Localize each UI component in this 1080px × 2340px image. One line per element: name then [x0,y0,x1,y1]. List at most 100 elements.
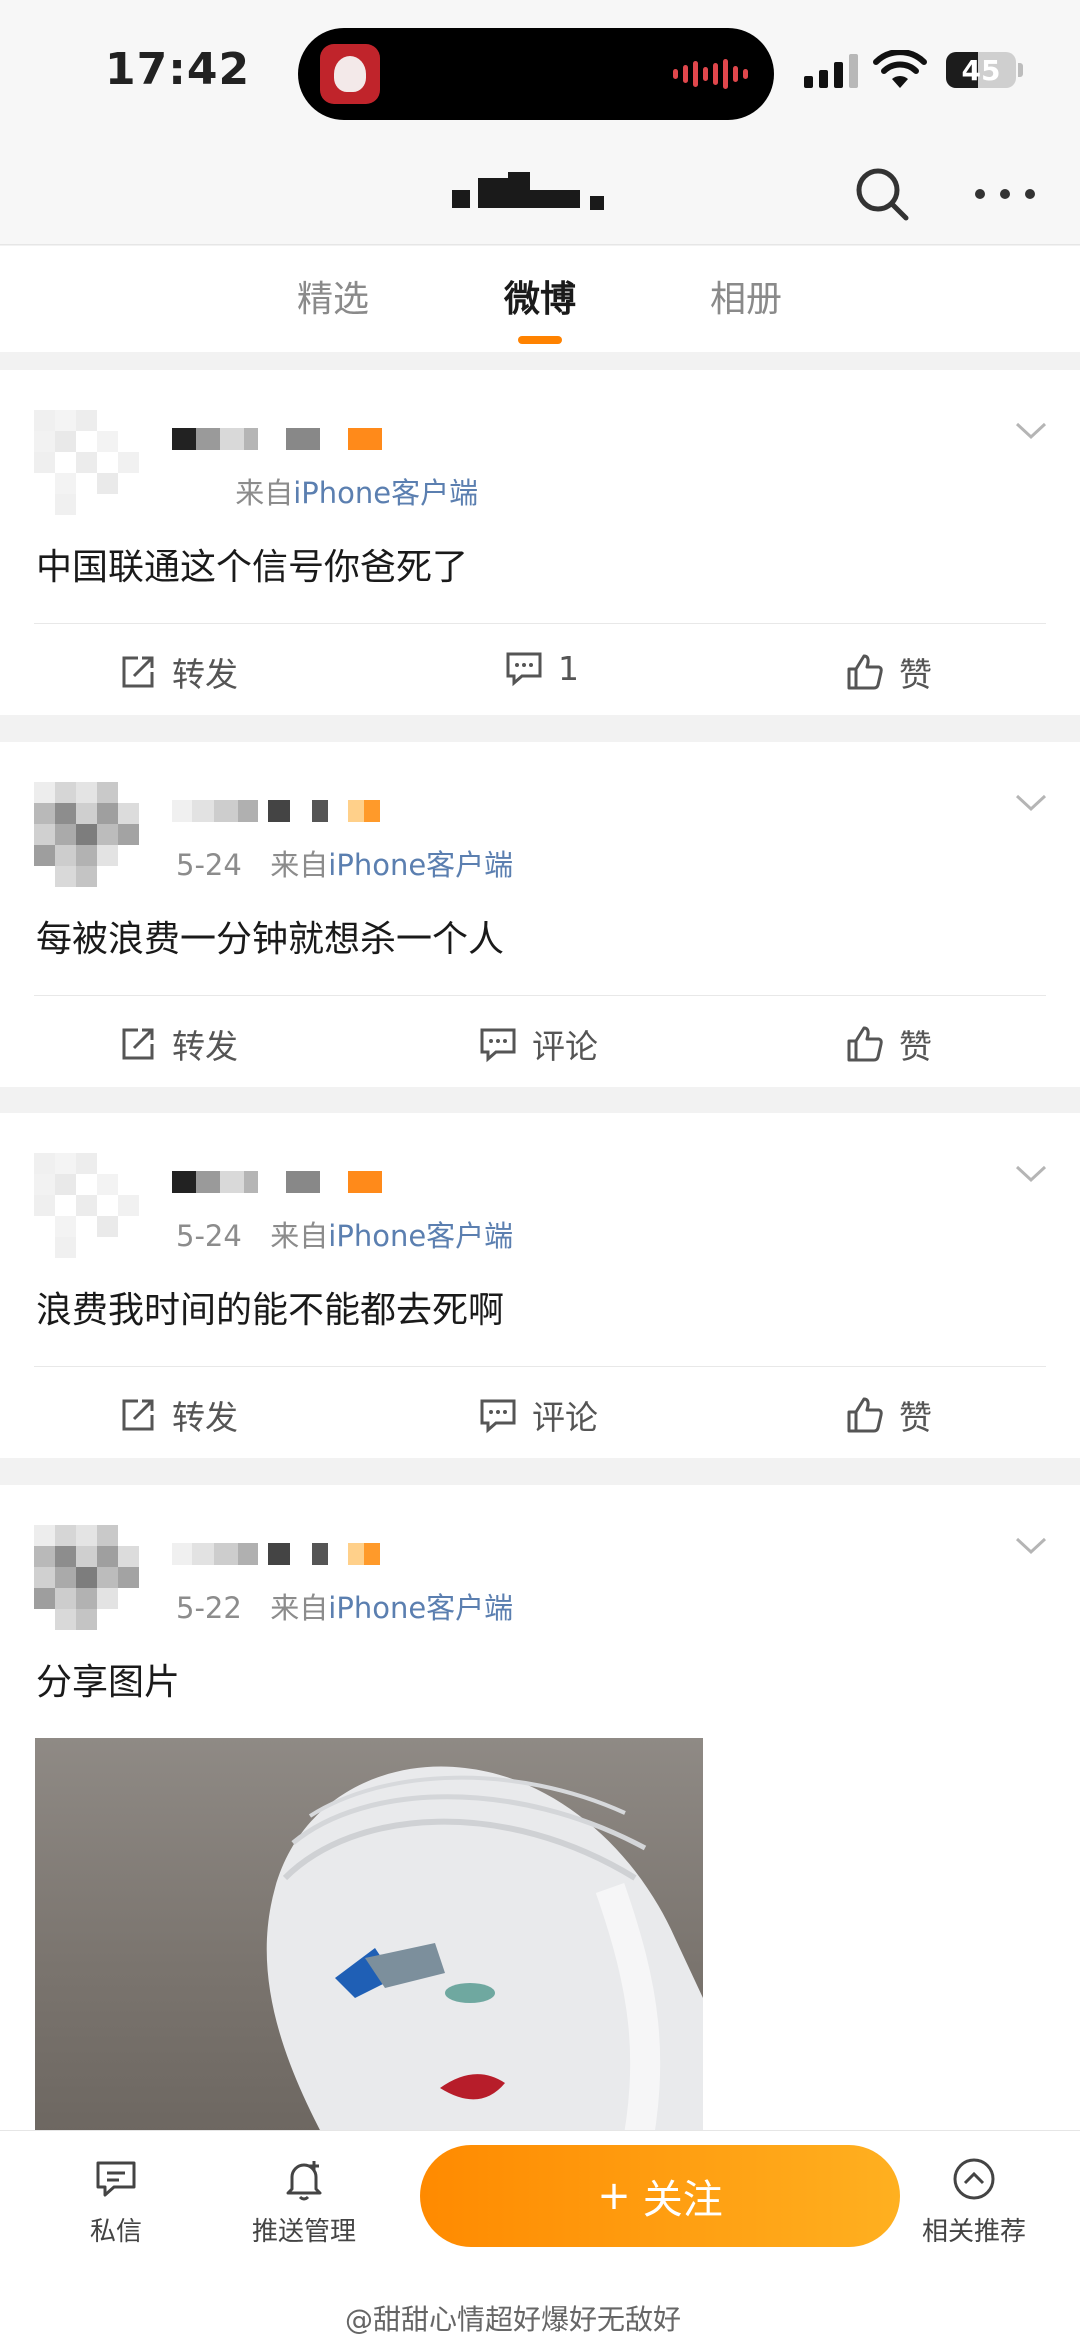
like-label: 赞 [899,1398,932,1437]
messages-button[interactable]: 私信 [90,2155,142,2248]
tab-weibo[interactable]: 微博 [470,270,610,322]
chevron-down-icon[interactable] [1014,1535,1048,1557]
thumbs-up-icon [847,1026,883,1062]
comment-icon [480,1028,516,1063]
tab-indicator [518,336,562,344]
username-redacted[interactable] [172,1543,382,1565]
profile-name-redacted [430,168,650,218]
bell-icon [286,2161,322,2201]
nav-bar [0,140,1080,245]
repost-label: 转发 [172,1398,238,1437]
profile-page: 17:42 45 精选 微博 相册 来自iPhone客户端 中国联通这个信号你爸… [0,0,1080,2340]
follow-button[interactable]: + 关注 [420,2145,900,2247]
follow-label: 关注 [642,2177,723,2223]
audio-wave-icon [673,58,748,90]
repost-button[interactable]: 转发 [118,1020,238,1068]
chevron-up-circle-icon [953,2158,995,2200]
meta-prefix: 来自 [235,476,294,510]
chevron-down-icon[interactable] [1014,1163,1048,1185]
battery-icon: 45 [946,52,1016,88]
comment-label: 评论 [532,1027,598,1066]
divider [34,623,1046,624]
thumbs-up-icon [847,1397,883,1433]
comment-icon [480,1399,516,1434]
avatar[interactable] [34,410,140,516]
like-label: 赞 [899,1027,932,1066]
related-button[interactable]: 相关推荐 [922,2155,1026,2248]
app-icon [320,44,380,104]
post-source[interactable]: iPhone客户端 [328,848,513,882]
username-redacted[interactable] [172,800,382,822]
repost-icon [122,1399,154,1431]
post-date: 5-22 [176,1591,242,1625]
repost-icon [122,656,154,688]
meta-prefix: 来自 [270,848,329,882]
avatar[interactable] [34,782,140,888]
post-meta: 5-22 来自iPhone客户端 [176,1585,513,1627]
comment-icon [506,652,542,687]
bottom-bar: 私信 推送管理 + 关注 相关推荐 @甜甜心情超好爆好无敌好 [0,2130,1080,2340]
push-settings-button[interactable]: 推送管理 [252,2155,356,2248]
cellular-signal-icon [804,54,858,88]
plus-icon: + [597,2173,631,2219]
battery-percent: 45 [961,54,1001,87]
chevron-down-icon[interactable] [1014,792,1048,814]
repost-label: 转发 [172,1027,238,1066]
avatar[interactable] [34,1153,140,1259]
post-source[interactable]: iPhone客户端 [293,476,478,510]
comment-label: 1 [558,648,579,688]
like-button[interactable]: 赞 [845,1020,932,1068]
divider [34,995,1046,996]
post-card[interactable]: 5-24 来自iPhone客户端 每被浪费一分钟就想杀一个人 转发 评论 赞 [0,742,1080,1087]
post-date: 5-24 [176,848,242,882]
comment-button[interactable]: 1 [504,648,579,688]
push-settings-label: 推送管理 [252,2217,357,2247]
related-label: 相关推荐 [922,2217,1027,2247]
username-redacted[interactable] [172,428,382,450]
post-text: 每被浪费一分钟就想杀一个人 [36,919,505,960]
post-meta: 5-24 来自iPhone客户端 [176,842,513,884]
comment-label: 评论 [532,1398,598,1437]
chevron-down-icon[interactable] [1014,420,1048,442]
meta-prefix: 来自 [270,1219,329,1253]
post-meta: 5-24 来自iPhone客户端 [176,1213,513,1255]
like-label: 赞 [899,655,932,694]
tab-featured[interactable]: 精选 [263,270,403,322]
thumbs-up-icon [847,654,883,690]
post-date: 5-24 [176,1219,242,1253]
status-time: 17:42 [105,44,251,95]
watermark: @甜甜心情超好爆好无敌好 [345,2303,682,2336]
dynamic-island[interactable] [298,28,774,120]
wifi-icon [873,50,927,88]
comment-button[interactable]: 评论 [478,1020,598,1068]
mannequin-head-image [266,1766,703,2158]
repost-button[interactable]: 转发 [118,1391,238,1439]
status-bar: 17:42 45 [0,0,1080,140]
post-text: 浪费我时间的能不能都去死啊 [36,1290,505,1331]
tab-album[interactable]: 相册 [676,270,816,322]
meta-prefix: 来自 [270,1591,329,1625]
post-meta: 来自iPhone客户端 [176,470,478,512]
search-icon[interactable] [850,162,914,226]
more-icon[interactable] [970,162,1040,226]
post-source[interactable]: iPhone客户端 [328,1219,513,1253]
like-button[interactable]: 赞 [845,1391,932,1439]
post-text: 中国联通这个信号你爸死了 [36,547,469,588]
like-button[interactable]: 赞 [845,648,932,696]
post-source[interactable]: iPhone客户端 [328,1591,513,1625]
comment-button[interactable]: 评论 [478,1391,598,1439]
message-icon [96,2161,136,2197]
post-text: 分享图片 [36,1662,181,1703]
post-image[interactable] [35,1738,703,2158]
repost-label: 转发 [172,655,238,694]
username-redacted[interactable] [172,1171,382,1193]
post-card[interactable]: 5-22 来自iPhone客户端 分享图片 [0,1485,1080,2158]
battery-nub [1018,63,1023,77]
repost-button[interactable]: 转发 [118,648,238,696]
post-card[interactable]: 来自iPhone客户端 中国联通这个信号你爸死了 转发 1 赞 [0,370,1080,715]
post-card[interactable]: 5-24 来自iPhone客户端 浪费我时间的能不能都去死啊 转发 评论 赞 [0,1113,1080,1458]
avatar[interactable] [34,1525,140,1631]
divider [34,1366,1046,1367]
profile-tabs: 精选 微博 相册 [0,246,1080,352]
repost-icon [122,1028,154,1060]
